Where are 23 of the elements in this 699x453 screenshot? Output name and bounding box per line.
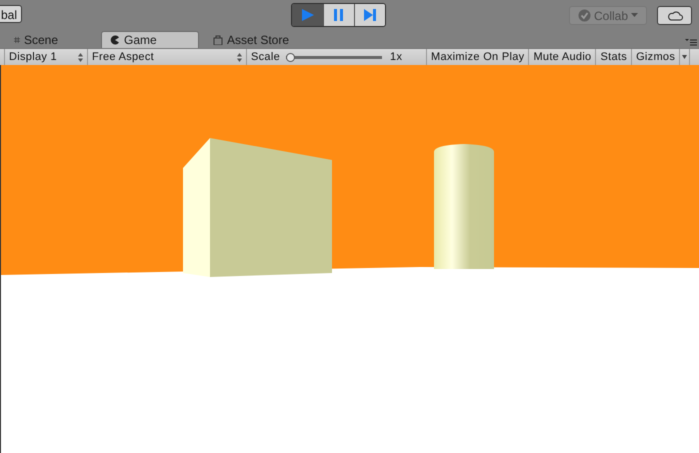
updown-icon: [78, 52, 83, 62]
tab[interactable]: Scene: [6, 31, 66, 48]
scale-label: Scale: [251, 51, 280, 63]
tab[interactable]: Asset Store: [205, 31, 300, 48]
tab[interactable]: Game: [101, 31, 199, 48]
slider-thumb[interactable]: [286, 52, 296, 62]
bag-icon: [213, 34, 223, 44]
play-icon: [300, 8, 314, 22]
step-button[interactable]: [354, 4, 385, 26]
caret-icon: [631, 13, 638, 18]
pacman-icon: [110, 35, 120, 45]
updown-icon: [237, 52, 242, 62]
scale-value: 1x: [390, 51, 402, 63]
grid-icon: [14, 34, 20, 44]
cloud-icon: [666, 10, 682, 21]
step-icon: [363, 8, 377, 22]
dropdown-icon[interactable]: [682, 55, 688, 59]
pause-button[interactable]: [323, 4, 354, 26]
layers-button[interactable]: bal: [0, 5, 22, 23]
cloud-button[interactable]: [657, 6, 692, 25]
check-icon: [578, 9, 591, 22]
menu-icon[interactable]: [685, 39, 697, 46]
pause-icon: [332, 8, 346, 22]
